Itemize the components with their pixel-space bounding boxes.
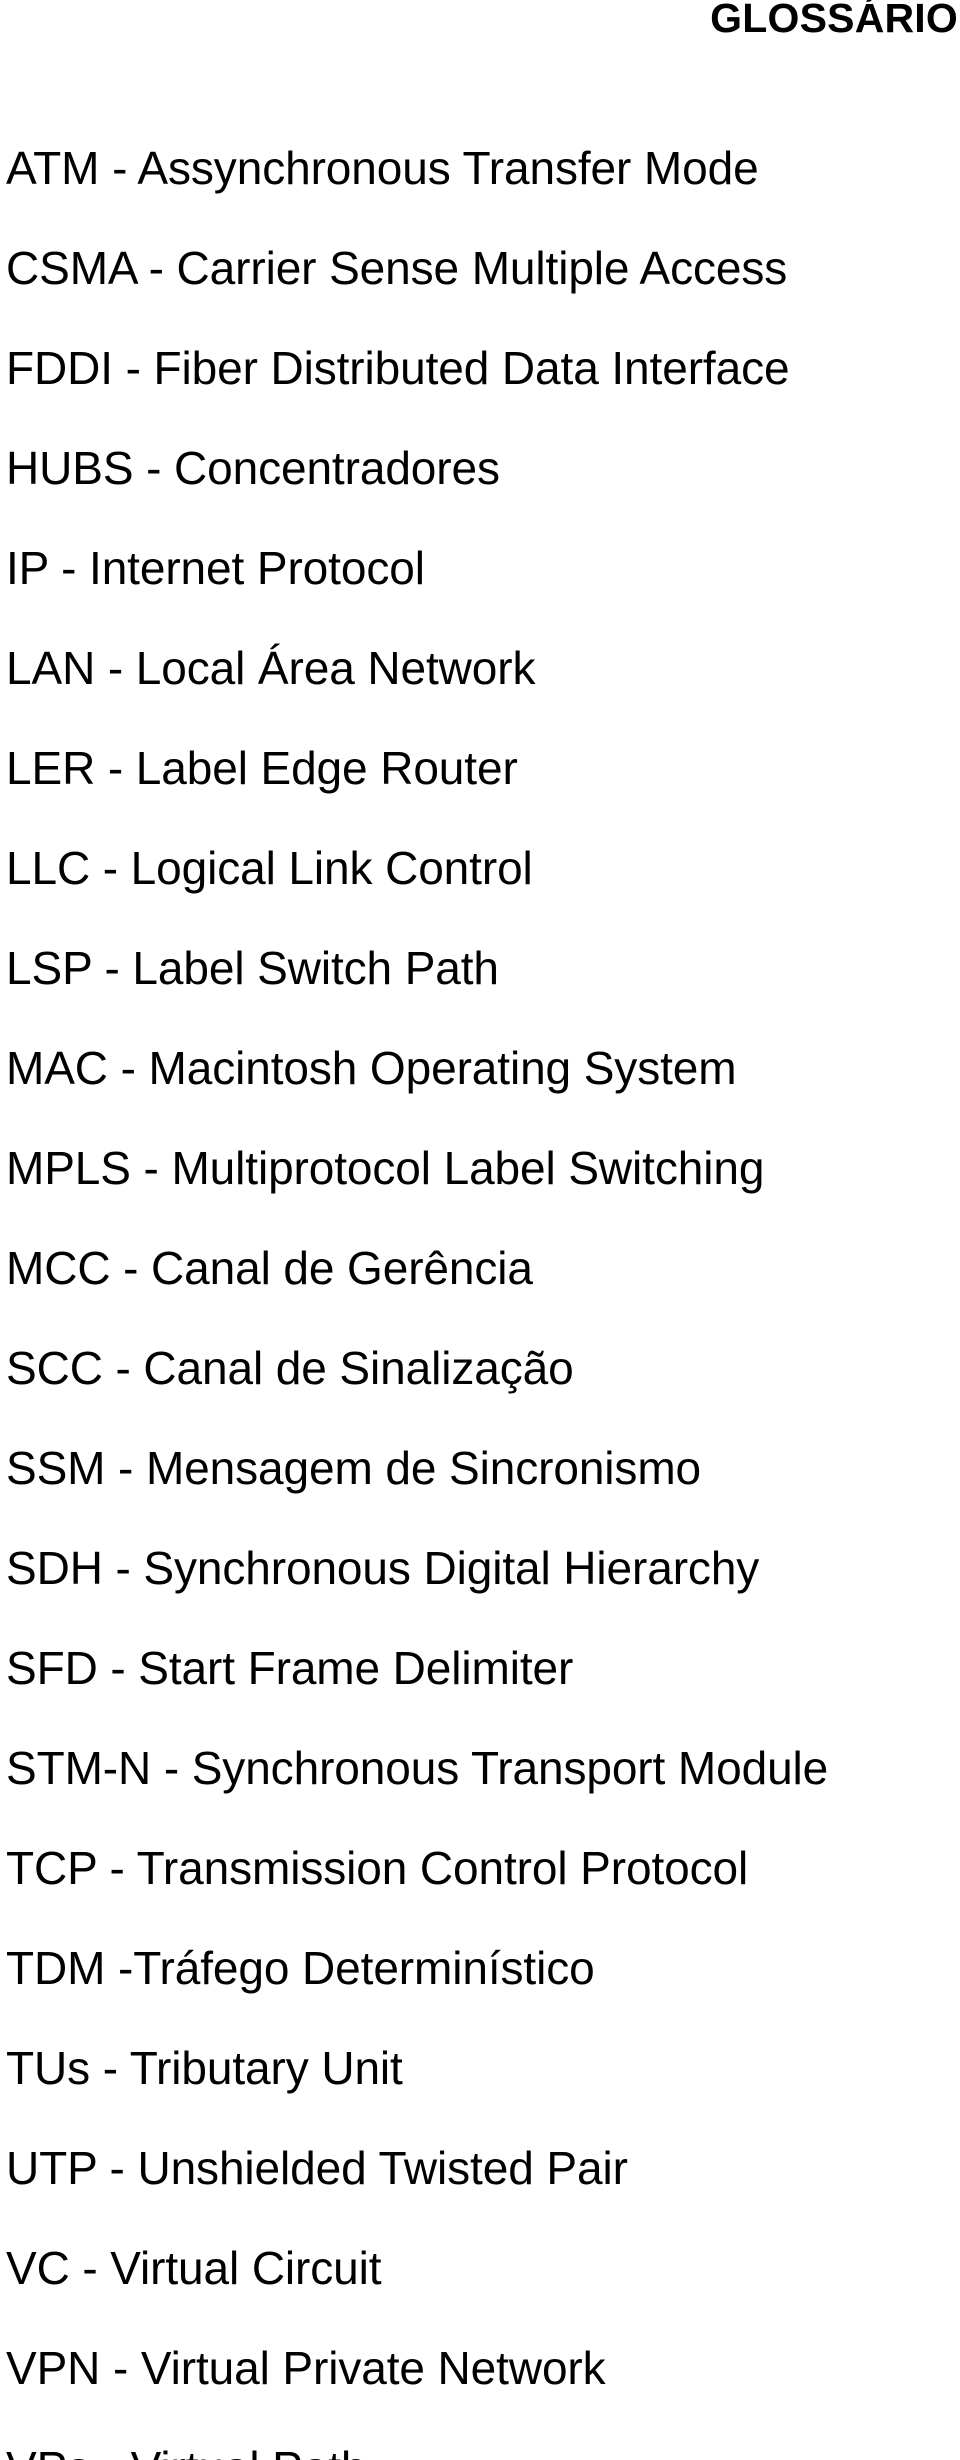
glossary-entry: MCC - Canal de Gerência (6, 1218, 960, 1318)
glossary-entry: LAN - Local Área Network (6, 618, 960, 718)
glossary-entry: MAC - Macintosh Operating System (6, 1018, 960, 1118)
glossary-entry-text: MCC - Canal de Gerência (6, 1242, 533, 1294)
glossary-entry: VPs - Virtual Path (6, 2418, 960, 2460)
glossary-entry-text: SSM - Mensagem de Sincronismo (6, 1442, 702, 1494)
glossary-entry: LLC - Logical Link Control (6, 818, 960, 918)
glossary-entry: ATM - Assynchronous Transfer Mode (6, 118, 960, 218)
page-title: GLOSSÁRIO (710, 0, 958, 41)
glossary-entry: LER - Label Edge Router (6, 718, 960, 818)
glossary-entry: IP - Internet Protocol (6, 518, 960, 618)
glossary-entry: TDM -Tráfego Determinístico (6, 1918, 960, 2018)
glossary-entry-text: LSP - Label Switch Path (6, 942, 499, 994)
glossary-entry-text: SCC - Canal de Sinalização (6, 1342, 574, 1394)
glossary-entry-text: TDM -Tráfego Determinístico (6, 1942, 595, 1994)
glossary-entry: MPLS - Multiprotocol Label Switching (6, 1118, 960, 1218)
glossary-entry: CSMA - Carrier Sense Multiple Access (6, 218, 960, 318)
glossary-entry-text: LER - Label Edge Router (6, 742, 518, 794)
glossary-entry-text: LAN - Local Área Network (6, 642, 536, 694)
glossary-entry: SDH - Synchronous Digital Hierarchy (6, 1518, 960, 1618)
glossary-entry-text: LLC - Logical Link Control (6, 842, 533, 894)
glossary-entry-text: CSMA - Carrier Sense Multiple Access (6, 242, 788, 294)
glossary-entry-text: STM-N - Synchronous Transport Module (6, 1742, 829, 1794)
glossary-entry-text: MPLS - Multiprotocol Label Switching (6, 1142, 765, 1194)
glossary-entry-text: HUBS - Concentradores (6, 442, 500, 494)
document-page: GLOSSÁRIO ATM - Assynchronous Transfer M… (0, 0, 960, 2460)
glossary-entry-text: ATM - Assynchronous Transfer Mode (6, 142, 759, 194)
glossary-entry-text: IP - Internet Protocol (6, 542, 425, 594)
glossary-entry-text: TCP - Transmission Control Protocol (6, 1842, 749, 1894)
glossary-entry-text: MAC - Macintosh Operating System (6, 1042, 737, 1094)
glossary-entry: TUs - Tributary Unit (6, 2018, 960, 2118)
glossary-entry-text: VPs - Virtual Path (6, 2442, 367, 2460)
glossary-entry: UTP - Unshielded Twisted Pair (6, 2118, 960, 2218)
glossary-entry-text: SDH - Synchronous Digital Hierarchy (6, 1542, 760, 1594)
glossary-entry-text: VPN - Virtual Private Network (6, 2342, 606, 2394)
glossary-entry: SFD - Start Frame Delimiter (6, 1618, 960, 1718)
glossary-entry: LSP - Label Switch Path (6, 918, 960, 1018)
page-title-region: GLOSSÁRIO (0, 0, 960, 49)
glossary-entry-text: SFD - Start Frame Delimiter (6, 1642, 574, 1694)
glossary-entry: VPN - Virtual Private Network (6, 2318, 960, 2418)
glossary-entry: SCC - Canal de Sinalização (6, 1318, 960, 1418)
glossary-entry-text: TUs - Tributary Unit (6, 2042, 403, 2094)
glossary-entry: STM-N - Synchronous Transport Module (6, 1718, 960, 1818)
glossary-entry: FDDI - Fiber Distributed Data Interface (6, 318, 960, 418)
glossary-entry-text: VC - Virtual Circuit (6, 2242, 382, 2294)
glossary-list: ATM - Assynchronous Transfer Mode CSMA - … (6, 118, 960, 2460)
glossary-entry-text: FDDI - Fiber Distributed Data Interface (6, 342, 790, 394)
glossary-entry-text: UTP - Unshielded Twisted Pair (6, 2142, 628, 2194)
glossary-entry: SSM - Mensagem de Sincronismo (6, 1418, 960, 1518)
glossary-entry: HUBS - Concentradores (6, 418, 960, 518)
glossary-entry: VC - Virtual Circuit (6, 2218, 960, 2318)
glossary-entry: TCP - Transmission Control Protocol (6, 1818, 960, 1918)
